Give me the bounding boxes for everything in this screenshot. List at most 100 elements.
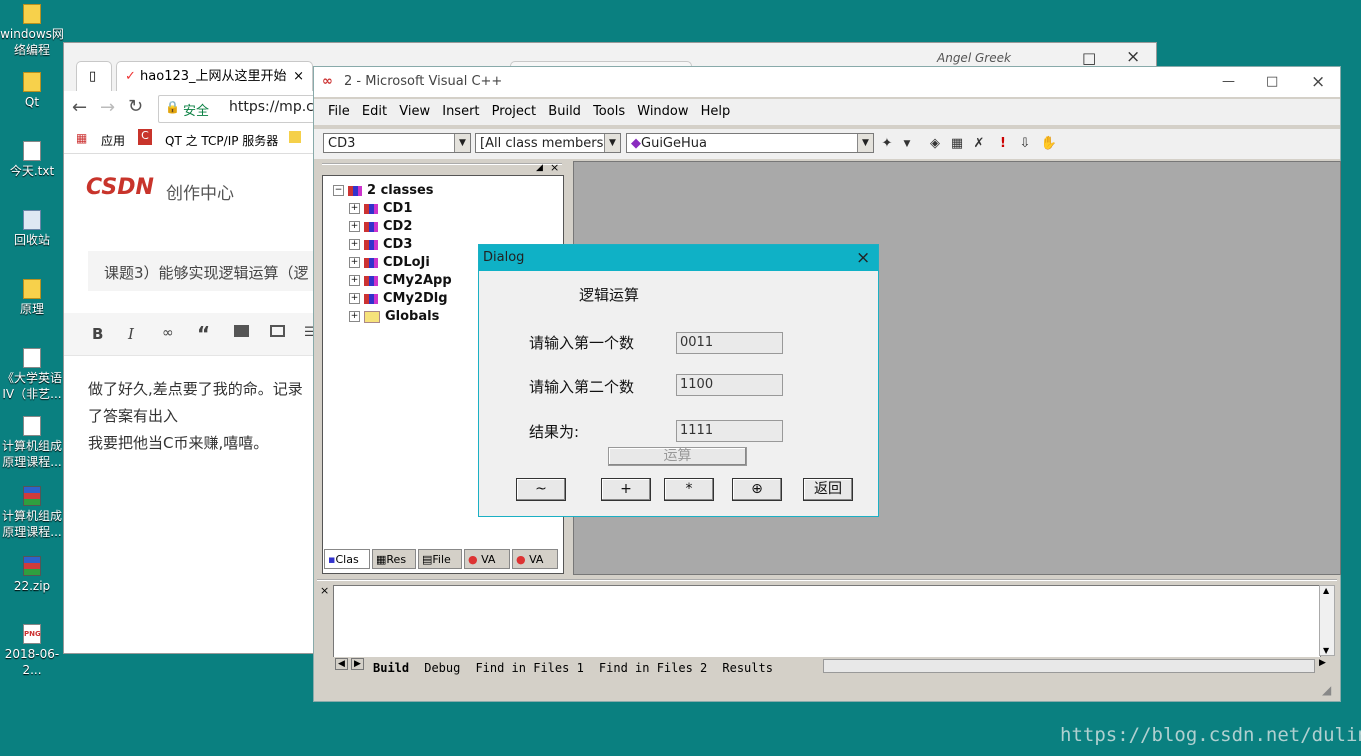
chevron-down-icon[interactable]: ▼ (857, 134, 873, 152)
workspace-grip[interactable]: ◢ × (322, 161, 562, 175)
address-bar[interactable]: 🔒 安全 https://mp.cs (158, 95, 330, 123)
editor-content[interactable]: 做了好久,差点要了我的命。记录 了答案有出入 我要把他当C币来赚,嘻嘻。 (88, 376, 303, 457)
quote-icon[interactable]: “ (197, 322, 210, 346)
tree-root[interactable]: − 2 classes (333, 182, 434, 200)
function-combo[interactable]: ◆GuiGeHua ▼ (626, 133, 874, 153)
maximize-icon[interactable]: □ (1082, 49, 1096, 67)
tab-va-1[interactable]: ● VA (464, 549, 510, 569)
chevron-down-icon[interactable]: ▼ (898, 135, 916, 153)
first-number-field[interactable]: 0011 (676, 332, 783, 354)
xor-button[interactable]: ⊕ (732, 478, 782, 501)
desktop-icon[interactable]: 22.zip (0, 556, 64, 594)
output-tab-find1[interactable]: Find in Files 1 (475, 661, 583, 675)
expand-icon[interactable]: + (349, 311, 360, 322)
or-button[interactable]: + (601, 478, 651, 501)
stop-build-icon[interactable]: ✗ (970, 135, 988, 153)
result-field[interactable]: 1111 (676, 420, 783, 442)
class-combo[interactable]: CD3 ▼ (323, 133, 471, 153)
close-icon[interactable]: × (1311, 67, 1325, 97)
apps-icon[interactable]: ▦ (76, 131, 87, 145)
back-button[interactable]: 返回 (803, 478, 853, 501)
browser-new-tab[interactable]: ▯ (76, 61, 112, 92)
chevron-down-icon[interactable]: ▼ (604, 134, 620, 152)
minimize-icon[interactable]: — (1222, 67, 1235, 97)
back-icon[interactable]: ← (72, 97, 87, 118)
tree-item[interactable]: + CD2 (349, 218, 412, 236)
compute-button[interactable]: 运算 (608, 447, 747, 466)
desktop-icon[interactable]: 今天.txt (0, 141, 64, 179)
second-number-field[interactable]: 1100 (676, 374, 783, 396)
folder-icon[interactable] (289, 131, 301, 143)
output-scrollbar[interactable]: ▲ ▼ (1319, 585, 1335, 656)
build-icon[interactable]: ▦ (948, 135, 966, 153)
tab-va-2[interactable]: ● VA (512, 549, 558, 569)
expand-icon[interactable]: + (349, 275, 360, 286)
wizard-wand-icon[interactable]: ✦ (878, 135, 896, 153)
execute-icon[interactable]: ! (994, 135, 1012, 153)
expand-icon[interactable]: + (349, 257, 360, 268)
maximize-pane-icon[interactable]: ◢ (536, 163, 543, 173)
chevron-down-icon[interactable]: ▼ (454, 134, 470, 152)
forward-icon[interactable]: → (100, 97, 115, 118)
tree-item[interactable]: + Globals (349, 308, 439, 326)
maximize-icon[interactable]: □ (1266, 67, 1278, 97)
expand-icon[interactable]: + (349, 221, 360, 232)
browser-tab-hao123[interactable]: ✓ hao123_上网从这里开始 × (116, 61, 313, 92)
menu-edit[interactable]: Edit (362, 104, 387, 119)
code-icon[interactable] (234, 325, 249, 337)
resize-grip-icon[interactable]: ◢ (1322, 683, 1331, 697)
not-button[interactable]: ~ (516, 478, 566, 501)
tree-item[interactable]: + CDLoJi (349, 254, 430, 272)
desktop-icon[interactable]: 原理 (0, 279, 64, 317)
expand-icon[interactable]: + (349, 293, 360, 304)
tree-item[interactable]: + CD3 (349, 236, 412, 254)
collapse-icon[interactable]: − (333, 185, 344, 196)
scroll-right-icon[interactable]: ▶ (1319, 658, 1326, 668)
bold-icon[interactable]: B (92, 325, 103, 343)
horizontal-scrollbar[interactable] (823, 659, 1315, 673)
desktop-icon[interactable]: 计算机组成 原理课程... (0, 486, 64, 540)
italic-icon[interactable]: I (128, 325, 134, 343)
desktop-icon[interactable]: Qt (0, 72, 64, 110)
scroll-up-icon[interactable]: ▲ (1323, 586, 1329, 595)
menu-file[interactable]: File (328, 104, 350, 119)
output-tab-debug[interactable]: Debug (424, 661, 460, 675)
close-icon[interactable]: × (856, 245, 870, 271)
go-icon[interactable]: ⇩ (1016, 135, 1034, 153)
article-title-field[interactable]: 课题3）能够实现逻辑运算（逻 (88, 251, 314, 291)
menu-project[interactable]: Project (492, 104, 536, 119)
tab-close-icon[interactable]: × (293, 62, 304, 92)
tree-item[interactable]: + CD1 (349, 200, 412, 218)
tab-resourceview[interactable]: ▦Res (372, 549, 416, 569)
tab-scroll-left-icon[interactable]: ◀ (335, 658, 348, 670)
tab-classview[interactable]: ▪Clas (324, 549, 370, 569)
tree-item[interactable]: + CMy2App (349, 272, 452, 290)
desktop-icon[interactable]: windows网 络编程 (0, 4, 64, 58)
desktop-icon[interactable]: 《大学英语 IV（非艺... (0, 348, 64, 402)
output-grip[interactable] (317, 579, 1337, 584)
scroll-down-icon[interactable]: ▼ (1323, 646, 1329, 655)
link-icon[interactable]: ∞ (162, 325, 174, 341)
desktop-icon[interactable]: 回收站 (0, 210, 64, 248)
close-pane-icon[interactable]: × (320, 584, 329, 597)
menu-help[interactable]: Help (701, 104, 731, 119)
desktop-icon[interactable]: 计算机组成 原理课程... (0, 416, 64, 470)
bookmark-apps[interactable]: 应用 (101, 132, 125, 149)
menu-view[interactable]: View (399, 104, 430, 119)
bookmark-qt[interactable]: QT 之 TCP/IP 服务器 (165, 132, 278, 149)
and-button[interactable]: * (664, 478, 714, 501)
tab-scroll-right-icon[interactable]: ▶ (351, 658, 364, 670)
tab-fileview[interactable]: ▤File (418, 549, 462, 569)
menu-tools[interactable]: Tools (593, 104, 625, 119)
tree-item[interactable]: + CMy2Dlg (349, 290, 448, 308)
expand-icon[interactable]: + (349, 203, 360, 214)
menu-insert[interactable]: Insert (442, 104, 479, 119)
menu-window[interactable]: Window (637, 104, 688, 119)
output-tab-build[interactable]: Build (373, 661, 409, 675)
compile-icon[interactable]: ◈ (926, 135, 944, 153)
close-pane-icon[interactable]: × (550, 161, 559, 174)
close-icon[interactable]: × (1126, 47, 1140, 67)
reload-icon[interactable]: ↻ (128, 96, 143, 117)
output-tab-results[interactable]: Results (722, 661, 773, 675)
expand-icon[interactable]: + (349, 239, 360, 250)
